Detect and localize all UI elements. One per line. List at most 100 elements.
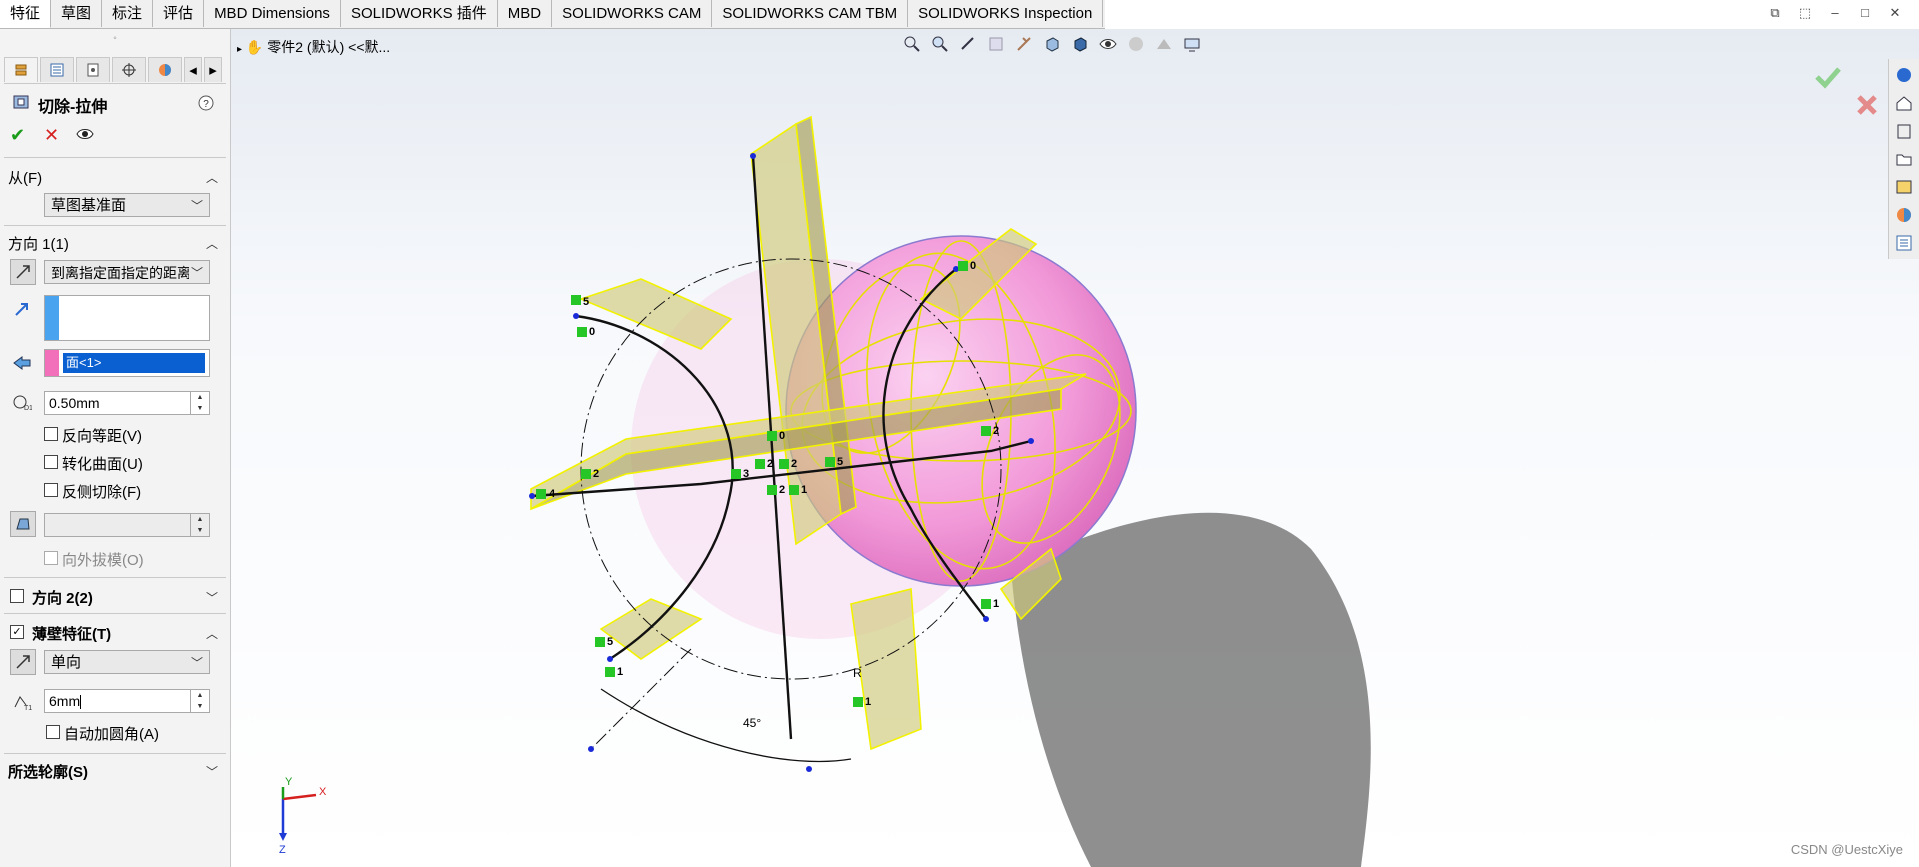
expand-chevron-icon[interactable]: ﹀ bbox=[206, 589, 218, 606]
face-ref-field[interactable]: 面<1> bbox=[44, 349, 210, 377]
from-select-value: 草图基准面 bbox=[51, 197, 127, 214]
config-manager-tab[interactable] bbox=[76, 57, 110, 82]
tabs-right-arrow[interactable]: ▸ bbox=[204, 57, 222, 82]
heads-up-view-toolbar bbox=[901, 33, 1203, 55]
dynamic-annotation-icon[interactable] bbox=[1013, 33, 1035, 55]
command-tab[interactable]: 评估 bbox=[153, 0, 205, 27]
zoom-to-area-icon[interactable] bbox=[929, 33, 951, 55]
part-icon: ✋ bbox=[245, 39, 264, 55]
close-icon[interactable]: ✕ bbox=[1885, 4, 1905, 22]
file-explorer-icon[interactable] bbox=[1892, 147, 1916, 171]
flip-side-label: 反侧切除(F) bbox=[62, 484, 142, 501]
auto-fillet-checkbox[interactable] bbox=[46, 725, 60, 739]
draft-angle-input[interactable]: ▲ ▼ bbox=[44, 513, 210, 537]
tabs-left-arrow[interactable]: ◂ bbox=[184, 57, 202, 82]
restore-icon[interactable]: ⧉ bbox=[1765, 4, 1785, 22]
translate-surface-checkbox[interactable] bbox=[44, 455, 58, 469]
appearances-icon[interactable] bbox=[1892, 203, 1916, 227]
design-library-icon[interactable] bbox=[1892, 119, 1916, 143]
reverse-arrow-icon bbox=[16, 655, 30, 669]
axis-y-label: Y bbox=[285, 776, 293, 788]
flip-side-checkbox[interactable] bbox=[44, 483, 58, 497]
from-section-label: 从(F) bbox=[8, 170, 43, 187]
command-tab[interactable]: SOLIDWORKS CAM TBM bbox=[712, 0, 909, 27]
dim-label: 1 bbox=[617, 666, 623, 678]
expand-chevron-icon[interactable]: ﹀ bbox=[206, 763, 218, 780]
collapse-chevron-icon[interactable]: ︿ bbox=[206, 169, 218, 186]
command-tab[interactable]: 草图 bbox=[51, 0, 103, 27]
end-condition-select[interactable]: 到离指定面指定的距离 ﹀ bbox=[44, 260, 210, 284]
radius-dimension: R bbox=[853, 666, 862, 680]
reverse-offset-checkbox[interactable] bbox=[44, 427, 58, 441]
direction2-checkbox[interactable] bbox=[10, 589, 24, 603]
thin-feature-section-label: 薄壁特征(T) bbox=[32, 626, 112, 643]
view-palette-icon[interactable] bbox=[1892, 175, 1916, 199]
dim-label: 0 bbox=[970, 260, 976, 272]
collapse-chevron-icon[interactable]: ︿ bbox=[206, 235, 218, 252]
selection-color-swatch bbox=[45, 296, 59, 340]
edit-appearance-icon[interactable] bbox=[1125, 33, 1147, 55]
cancel-icon[interactable]: ✕ bbox=[44, 125, 59, 146]
command-tab[interactable]: SOLIDWORKS Inspection bbox=[908, 0, 1104, 27]
dim-label: 5 bbox=[607, 636, 613, 648]
view-settings-icon[interactable] bbox=[1181, 33, 1203, 55]
spin-buttons[interactable]: ▲ ▼ bbox=[190, 514, 209, 536]
section-view-icon[interactable] bbox=[985, 33, 1007, 55]
graphics-viewport[interactable]: 5 0 0 5 1 2 2 3 0 5 2 1 4 2 2 1 1 45° R … bbox=[231, 29, 1919, 867]
selection-color-swatch bbox=[45, 350, 59, 376]
face-ref-item[interactable]: 面<1> bbox=[63, 353, 205, 373]
previous-view-icon[interactable] bbox=[957, 33, 979, 55]
pin-icon[interactable]: ⬚ bbox=[1795, 4, 1815, 22]
thin-type-value: 单向 bbox=[51, 654, 82, 671]
command-tab[interactable]: MBD bbox=[497, 0, 553, 27]
custom-properties-icon[interactable] bbox=[1892, 231, 1916, 255]
draft-toggle-button[interactable] bbox=[10, 511, 36, 537]
thin-type-select[interactable]: 单向 ﹀ bbox=[44, 650, 210, 674]
offset-face-icon bbox=[13, 356, 31, 370]
view-orientation-icon[interactable] bbox=[1041, 33, 1063, 55]
command-tab[interactable]: 标注 bbox=[102, 0, 154, 27]
command-tab[interactable]: SOLIDWORKS 插件 bbox=[340, 0, 498, 27]
from-select[interactable]: 草图基准面 ﹀ bbox=[44, 193, 210, 217]
divider bbox=[4, 577, 226, 578]
thin-feature-checkbox[interactable]: ✓ bbox=[10, 625, 24, 639]
dimxpert-tab[interactable] bbox=[112, 57, 146, 82]
reverse-direction-button[interactable] bbox=[10, 259, 36, 285]
display-manager-tab[interactable] bbox=[148, 57, 182, 82]
spin-buttons[interactable]: ▲ ▼ bbox=[190, 690, 209, 712]
divider bbox=[4, 613, 226, 614]
solidworks-resources-icon[interactable] bbox=[1892, 63, 1916, 87]
draft-outward-checkbox[interactable] bbox=[44, 551, 58, 565]
maximize-icon[interactable]: □ bbox=[1855, 4, 1875, 22]
auto-fillet-label: 自动加圆角(A) bbox=[64, 726, 159, 743]
command-tab[interactable]: MBD Dimensions bbox=[204, 0, 341, 27]
offset-distance-icon: D1 bbox=[13, 395, 32, 411]
apply-scene-icon[interactable] bbox=[1153, 33, 1175, 55]
axis-x-label: X bbox=[319, 786, 327, 798]
zoom-to-fit-icon[interactable] bbox=[901, 33, 923, 55]
manager-tabs: ◂ ▸ bbox=[4, 57, 226, 84]
command-tab[interactable]: 特征 bbox=[0, 0, 52, 28]
feature-tree-breadcrumb[interactable]: ▸ ✋ 零件2 (默认) <<默... bbox=[237, 37, 390, 57]
offset-distance-input[interactable]: 0.50mm ▲ ▼ bbox=[44, 391, 210, 415]
ok-icon[interactable]: ✔ bbox=[10, 125, 25, 146]
direction-vector-field[interactable] bbox=[44, 295, 210, 341]
thin-reverse-button[interactable] bbox=[10, 649, 36, 675]
help-icon[interactable]: ? bbox=[198, 95, 214, 111]
feature-manager-tab[interactable] bbox=[4, 57, 38, 82]
spin-buttons[interactable]: ▲ ▼ bbox=[190, 392, 209, 414]
display-style-icon[interactable] bbox=[1069, 33, 1091, 55]
home-icon[interactable] bbox=[1892, 91, 1916, 115]
thickness-input[interactable]: 6mm ▲ ▼ bbox=[44, 689, 210, 713]
minimize-icon[interactable]: – bbox=[1825, 4, 1845, 22]
dim-label: 1 bbox=[801, 484, 807, 496]
preview-eye-icon[interactable] bbox=[76, 127, 94, 141]
draft-icon bbox=[16, 518, 30, 530]
panel-grip[interactable]: ◦ bbox=[0, 29, 230, 49]
hide-show-items-icon[interactable] bbox=[1097, 33, 1119, 55]
command-tab[interactable]: SOLIDWORKS CAM bbox=[552, 0, 713, 27]
property-manager-tab[interactable] bbox=[40, 57, 74, 82]
direction2-section-label: 方向 2(2) bbox=[32, 590, 93, 607]
collapse-chevron-icon[interactable]: ︿ bbox=[206, 625, 218, 642]
thickness-icon: T1 bbox=[14, 696, 32, 711]
